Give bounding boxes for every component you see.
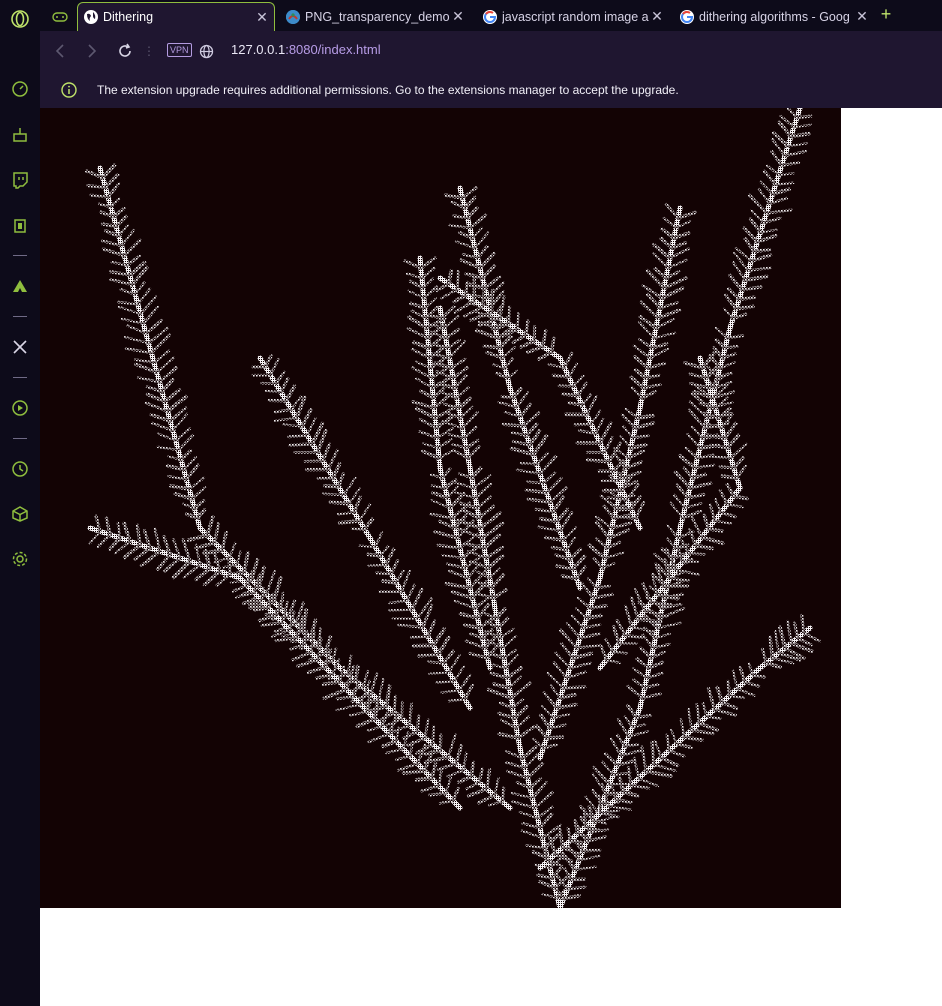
new-tab-button[interactable]: + (876, 2, 896, 26)
google-icon (680, 9, 694, 24)
globe-icon (84, 10, 98, 24)
sidebar-separator (13, 438, 27, 439)
url-host: 127.0.0.1 (231, 42, 286, 57)
vpn-badge[interactable]: VPN (167, 43, 192, 57)
tab-bar: Dithering ✕ PNG_transparency_demonst ✕ j… (40, 0, 942, 31)
page-content (40, 108, 942, 1006)
google-icon (483, 9, 497, 24)
plant-illustration (40, 108, 841, 908)
reload-button[interactable] (116, 41, 134, 61)
info-icon (61, 82, 77, 103)
tab-dithering-algorithms[interactable]: dithering algorithms - Goog ✕ (674, 2, 874, 31)
twitch-icon[interactable] (9, 169, 31, 191)
forward-arrow-icon (88, 44, 97, 58)
x-icon[interactable] (9, 336, 31, 358)
globe-icon (199, 44, 213, 58)
gamepad-icon (52, 11, 68, 23)
back-arrow-icon (55, 44, 64, 58)
infobar-message: The extension upgrade requires additiona… (97, 83, 679, 97)
sidebar-separator (13, 255, 27, 256)
address-toolbar: ⋮ VPN 127.0.0.1:8080/index.html (40, 31, 942, 71)
sidebar-separator (13, 377, 27, 378)
wikimedia-icon (286, 9, 300, 24)
toolbar-divider: ⋮ (143, 44, 155, 58)
tab-png-transparency[interactable]: PNG_transparency_demonst ✕ (280, 2, 470, 31)
tab-javascript-random-image[interactable]: javascript random image ap ✕ (477, 2, 669, 31)
aria-icon[interactable] (9, 275, 31, 297)
tab-title: Dithering (103, 10, 154, 24)
site-info-button[interactable] (198, 41, 214, 61)
dithered-plant-image (40, 108, 841, 908)
back-button[interactable] (52, 41, 68, 61)
close-tab-icon[interactable]: ✕ (450, 8, 466, 25)
cleaner-icon[interactable] (9, 124, 31, 146)
tab-gx-corner[interactable] (44, 2, 74, 31)
player-icon[interactable] (9, 397, 31, 419)
close-tab-icon[interactable]: ✕ (649, 8, 665, 25)
tab-title: dithering algorithms - Goog (699, 9, 850, 24)
tab-title: javascript random image ap (502, 9, 649, 24)
sidebar (0, 0, 41, 1006)
extension-permission-infobar: The extension upgrade requires additiona… (40, 71, 942, 108)
sidebar-separator (13, 316, 27, 317)
url-path: :8080/index.html (285, 42, 381, 57)
reload-icon (119, 43, 131, 57)
opera-logo-icon[interactable] (9, 8, 31, 30)
address-bar[interactable]: 127.0.0.1:8080/index.html (231, 42, 381, 57)
history-icon[interactable] (9, 458, 31, 480)
forward-button[interactable] (84, 41, 100, 61)
close-tab-icon[interactable]: ✕ (254, 9, 270, 26)
close-tab-icon[interactable]: ✕ (854, 8, 870, 25)
speed-dial-icon[interactable] (9, 78, 31, 100)
tab-title: PNG_transparency_demonst (305, 9, 450, 24)
tab-dithering[interactable]: Dithering ✕ (77, 2, 275, 31)
gx-control-icon[interactable] (9, 215, 31, 237)
extensions-icon[interactable] (9, 503, 31, 525)
settings-icon[interactable] (9, 548, 31, 570)
